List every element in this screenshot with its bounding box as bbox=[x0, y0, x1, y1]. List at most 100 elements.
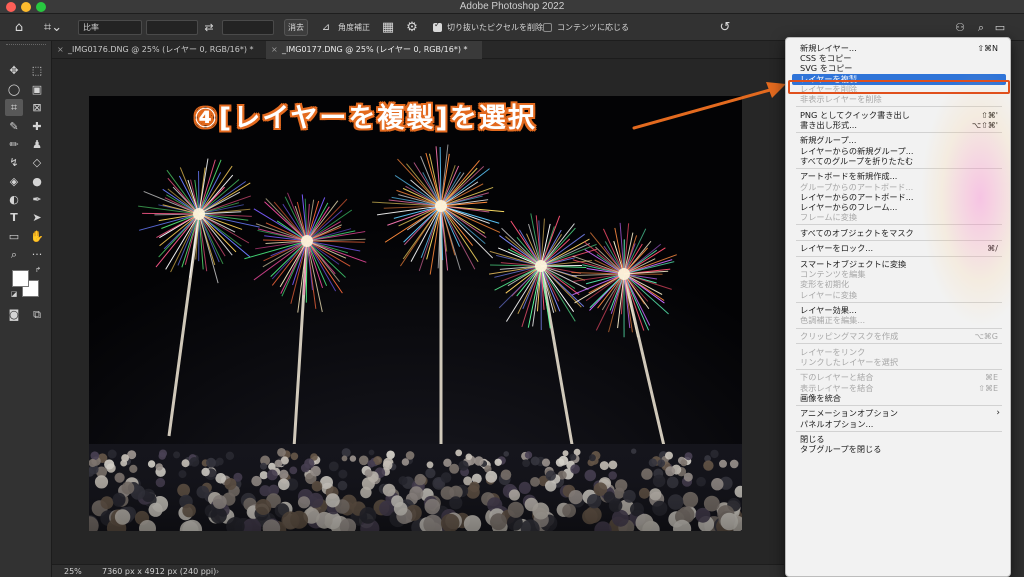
menu-item-label: 新規レイヤー... bbox=[800, 43, 857, 53]
menu-separator bbox=[796, 301, 1002, 303]
healing-brush-tool-icon[interactable]: ✚ bbox=[28, 118, 46, 135]
menu-item[interactable]: レイヤーに変換 bbox=[792, 290, 1006, 301]
ratio-width-input[interactable] bbox=[146, 20, 198, 35]
straighten-icon[interactable]: ⊿ bbox=[318, 18, 334, 37]
fireworks-image bbox=[89, 96, 742, 531]
home-icon[interactable]: ⌂ bbox=[9, 18, 29, 37]
menu-item-label: レイヤーに変換 bbox=[800, 289, 858, 300]
tab-close-icon[interactable]: × bbox=[57, 41, 64, 59]
document-tab[interactable]: × _IMG0176.DNG @ 25% (レイヤー 0, RGB/16*) * bbox=[52, 41, 264, 59]
object-select-tool-icon[interactable]: ▣ bbox=[28, 81, 46, 98]
menu-item-label: アートボードを新規作成... bbox=[800, 171, 898, 182]
more-tools-icon[interactable]: ··· bbox=[28, 246, 46, 263]
reset-icon[interactable]: ↺ bbox=[716, 18, 734, 37]
share-icon[interactable]: ⚇ bbox=[952, 18, 968, 37]
pen-tool-icon[interactable]: ✒ bbox=[28, 191, 46, 208]
clear-button[interactable]: 消去 bbox=[284, 19, 308, 36]
rectangle-tool-icon[interactable]: ▭ bbox=[5, 228, 23, 245]
foreground-color-swatch[interactable] bbox=[12, 270, 29, 287]
tools-panel-grip[interactable] bbox=[6, 44, 46, 50]
menu-item-label: スマートオブジェクトに変換 bbox=[800, 259, 907, 269]
default-colors-icon[interactable]: ◪ bbox=[9, 289, 19, 299]
delete-cropped-checkbox[interactable] bbox=[433, 20, 442, 32]
workspace-icon[interactable]: ▭ bbox=[992, 18, 1008, 37]
menu-item[interactable]: タブグループを閉じる bbox=[792, 444, 1006, 455]
stamp-tool-icon[interactable]: ♟ bbox=[28, 136, 46, 153]
photoshop-window: Adobe Photoshop 2022 ⌂ ⌗⌄ 比率 ⇄ 消去 ⊿ 角度補正… bbox=[0, 0, 1024, 577]
eyedropper-tool-icon[interactable]: ✎ bbox=[5, 118, 23, 135]
menu-separator bbox=[796, 405, 1002, 406]
menu-item-label: PNG としてクイック書き出し bbox=[800, 109, 910, 120]
crop-tool-icon[interactable]: ⌗ bbox=[5, 99, 23, 116]
menu-item-label: クリッピングマスクを作成 bbox=[800, 331, 899, 341]
menu-item[interactable]: すべてのオブジェクトをマスク bbox=[792, 228, 1006, 239]
frame-tool-icon[interactable]: ⊠ bbox=[28, 99, 46, 116]
menu-item-label: 下のレイヤーと結合 bbox=[800, 372, 874, 383]
swap-icon[interactable]: ⇄ bbox=[202, 18, 216, 37]
tab-label: _IMG0177.DNG @ 25% (レイヤー 0, RGB/16*) * bbox=[282, 45, 468, 54]
overlay-grid-icon[interactable]: ▦ bbox=[380, 18, 396, 37]
move-tool-icon[interactable]: ✥ bbox=[5, 62, 23, 79]
menu-item-label: 色調補正を編集... bbox=[800, 315, 866, 326]
blur-tool-icon[interactable]: ● bbox=[28, 173, 46, 190]
swap-colors-icon[interactable]: ↱ bbox=[33, 265, 43, 275]
gear-icon[interactable]: ⚙ bbox=[404, 18, 420, 37]
menu-item[interactable]: リンクしたレイヤーを選択 bbox=[792, 357, 1006, 368]
menu-item-label: すべてのオブジェクトをマスク bbox=[800, 227, 914, 238]
menu-item-label: レイヤー効果... bbox=[800, 305, 857, 316]
menu-item-label: 閉じる bbox=[800, 434, 825, 445]
menu-item-label: すべてのグループを折りたたむ bbox=[800, 155, 914, 166]
window-title: Adobe Photoshop 2022 bbox=[459, 1, 565, 12]
menu-item[interactable]: クリッピングマスクを作成 ⌥⌘G bbox=[792, 331, 1006, 342]
brush-tool-icon[interactable]: ✏ bbox=[5, 136, 23, 153]
path-select-tool-icon[interactable]: ➤ bbox=[28, 209, 46, 226]
tab-close-icon[interactable]: × bbox=[271, 41, 278, 59]
menu-item-shortcut: ⌥⌘G bbox=[974, 332, 998, 341]
tab-label: _IMG0176.DNG @ 25% (レイヤー 0, RGB/16*) * bbox=[68, 45, 254, 54]
menu-item[interactable]: 書き出し形式... ⌥⇧⌘' bbox=[792, 120, 1006, 131]
eraser-tool-icon[interactable]: ◇ bbox=[28, 154, 46, 171]
menu-item-label: 書き出し形式... bbox=[800, 119, 857, 130]
status-menu-arrow[interactable]: › bbox=[216, 565, 219, 577]
zoom-level[interactable]: 25% bbox=[64, 565, 82, 577]
menu-item-label: タブグループを閉じる bbox=[800, 444, 882, 455]
menu-item-label: レイヤーをロック... bbox=[800, 243, 874, 254]
menu-item[interactable]: 非表示レイヤーを削除 bbox=[792, 94, 1006, 105]
quick-mask-icon[interactable]: ◙ bbox=[5, 306, 23, 323]
menu-item[interactable]: すべてのグループを折りたたむ bbox=[792, 156, 1006, 167]
fireworks-photo[interactable] bbox=[89, 96, 742, 531]
menu-item-label: コンテンツを編集 bbox=[800, 269, 866, 280]
menu-item[interactable]: レイヤーをロック... ⌘/ bbox=[792, 243, 1006, 254]
type-tool-icon[interactable]: T bbox=[5, 209, 23, 226]
crop-tool-preset-icon[interactable]: ⌗⌄ bbox=[40, 18, 66, 37]
menu-separator bbox=[796, 327, 1002, 329]
tools-panel: ✥ ⬚ ◯ ▣ ⌗ ⊠ ✎ ✚ ✏ ♟ ↯ ◇ ◈ ● ◐ ✒ T ➤ ▭ ✋ … bbox=[0, 41, 52, 577]
instruction-annotation: ④[レイヤーを複製]を選択 bbox=[194, 103, 537, 134]
menu-separator bbox=[796, 168, 1002, 169]
menu-item-label: レイヤーからの新規グループ... bbox=[800, 145, 914, 156]
zoom-tool-icon[interactable]: ⌕ bbox=[5, 246, 23, 263]
menu-item-label: レイヤーを削除 bbox=[800, 83, 858, 94]
menu-item[interactable]: 画像を統合 bbox=[792, 393, 1006, 404]
document-tab-active[interactable]: × _IMG0177.DNG @ 25% (レイヤー 0, RGB/16*) * bbox=[266, 41, 482, 59]
annotation-arrow bbox=[632, 82, 786, 130]
menu-item-label: レイヤーをリンク bbox=[800, 346, 866, 357]
menu-item-label: レイヤーからのフレーム... bbox=[800, 202, 898, 212]
screen-mode-icon[interactable]: ⧉ bbox=[28, 306, 46, 323]
ratio-height-input[interactable] bbox=[222, 20, 274, 35]
straighten-label[interactable]: 角度補正 bbox=[338, 21, 370, 35]
search-icon[interactable]: ⌕ bbox=[973, 18, 989, 37]
menu-item[interactable]: 色調補正を編集... bbox=[792, 315, 1006, 326]
menu-item[interactable]: フレームに変換 bbox=[792, 212, 1006, 223]
lasso-tool-icon[interactable]: ◯ bbox=[5, 81, 23, 98]
dodge-tool-icon[interactable]: ◐ bbox=[5, 191, 23, 208]
menu-item-label: グループからのアートボード... bbox=[800, 181, 914, 192]
hand-tool-icon[interactable]: ✋ bbox=[28, 228, 46, 245]
ratio-select[interactable]: 比率 bbox=[78, 20, 142, 35]
marquee-tool-icon[interactable]: ⬚ bbox=[28, 62, 46, 79]
content-aware-checkbox[interactable] bbox=[543, 23, 552, 32]
paint-bucket-tool-icon[interactable]: ◈ bbox=[5, 173, 23, 190]
history-brush-tool-icon[interactable]: ↯ bbox=[5, 154, 23, 171]
menu-item-label: アニメーションオプション bbox=[800, 408, 898, 419]
menu-item[interactable]: パネルオプション... bbox=[792, 419, 1006, 430]
